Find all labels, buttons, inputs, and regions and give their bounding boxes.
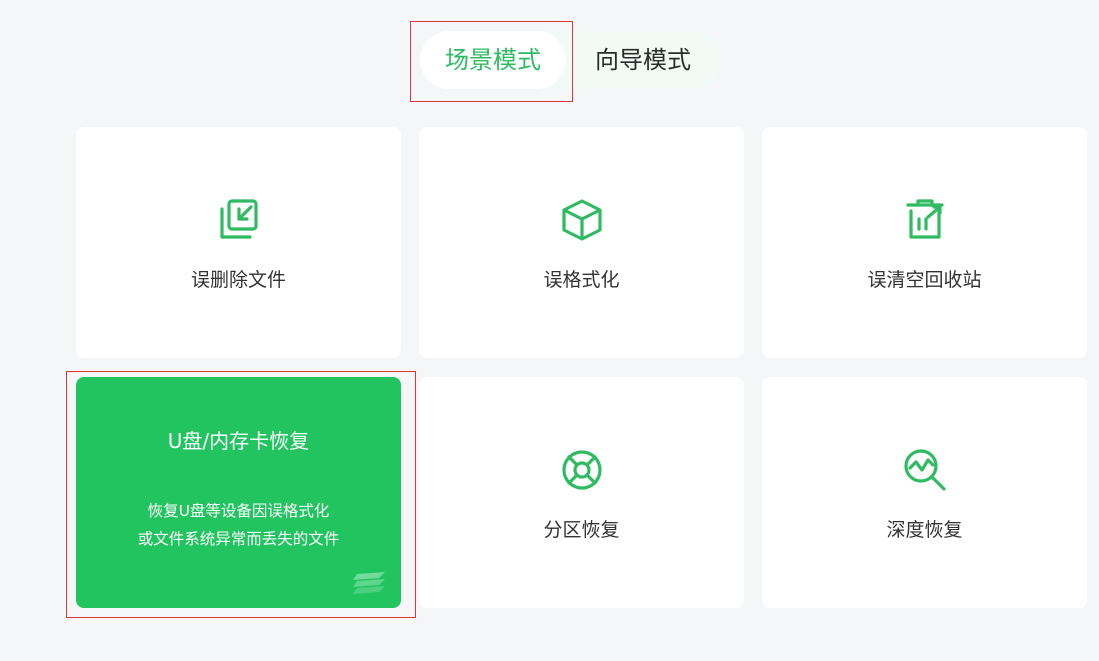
mode-switch: 场景模式 向导模式 [420, 31, 720, 89]
card-label: 深度恢复 [886, 519, 963, 541]
card-description-line: 或文件系统异常而丢失的文件 [137, 530, 340, 548]
deleted-file-icon [214, 195, 264, 245]
deep-scan-magnifier-icon [900, 445, 950, 495]
card-label: 分区恢复 [543, 519, 620, 541]
card-partition-recovery[interactable]: 分区恢复 [419, 377, 744, 608]
card-deleted-files[interactable]: 误删除文件 [76, 127, 401, 358]
card-label: 误清空回收站 [867, 269, 982, 291]
card-usb-memory-recovery[interactable]: U盘/内存卡恢复 恢复U盘等设备因误格式化 或文件系统异常而丢失的文件 [76, 377, 401, 608]
tab-scene-mode[interactable]: 场景模式 [420, 31, 566, 89]
layers-stack-icon [351, 568, 387, 598]
tab-wizard-mode[interactable]: 向导模式 [566, 31, 720, 89]
card-label: 误删除文件 [190, 269, 286, 291]
card-description-line: 恢复U盘等设备因误格式化 [147, 502, 330, 520]
card-deep-recovery[interactable]: 深度恢复 [762, 377, 1087, 608]
partition-lifebuoy-icon [557, 445, 607, 495]
card-label: 误格式化 [543, 269, 620, 291]
recycle-bin-icon [900, 195, 950, 245]
card-recycle-bin[interactable]: 误清空回收站 [762, 127, 1087, 358]
card-description: 恢复U盘等设备因误格式化 或文件系统异常而丢失的文件 [76, 497, 401, 553]
card-title: U盘/内存卡恢复 [167, 429, 310, 453]
card-format[interactable]: 误格式化 [419, 127, 744, 358]
format-box-icon [557, 195, 607, 245]
